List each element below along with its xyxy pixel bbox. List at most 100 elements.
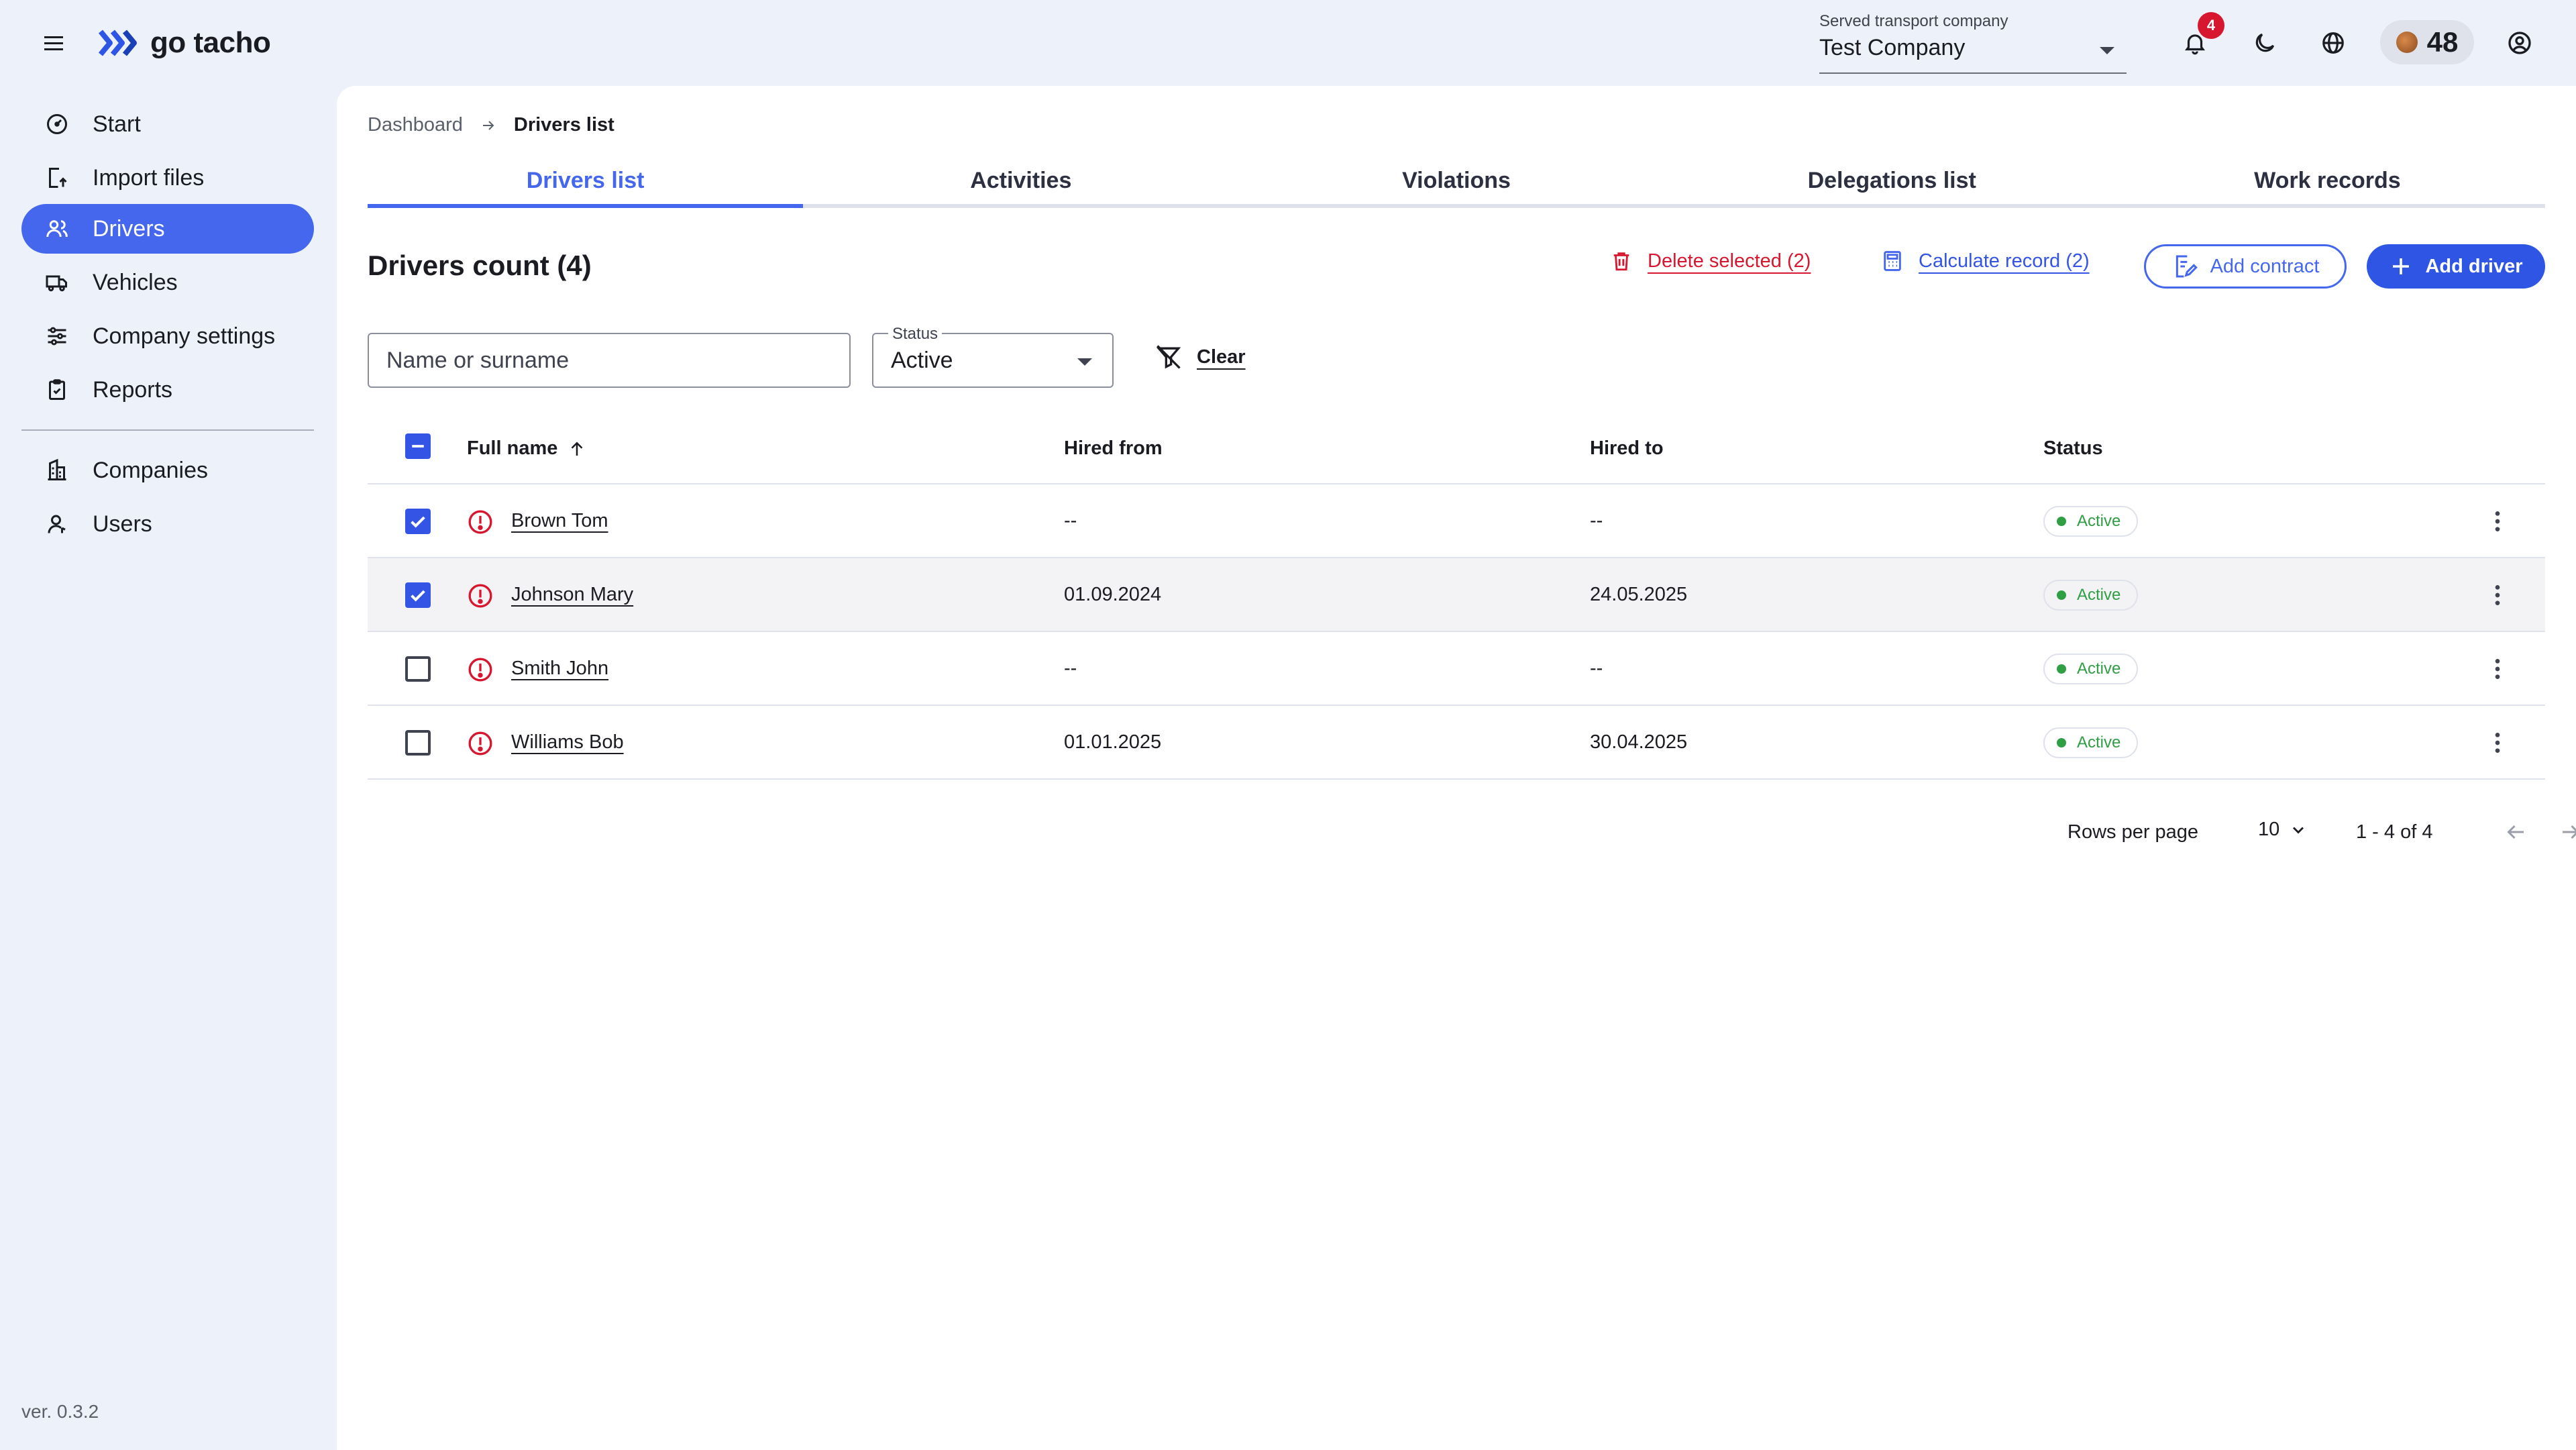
driver-name-link[interactable]: Brown Tom [511, 510, 608, 532]
row-checkbox[interactable] [405, 730, 431, 756]
warning-icon [468, 658, 492, 682]
column-header-full-name[interactable]: Full name [467, 437, 587, 460]
tab-delegations-list[interactable]: Delegations list [1674, 161, 2110, 204]
sidebar-item-start[interactable]: Start [21, 99, 314, 149]
sidebar-item-users[interactable]: Users [21, 499, 314, 549]
sidebar: Start Import files Drivers Vehicles Comp… [0, 86, 335, 1450]
top-bar: go tacho Served transport company Test C… [0, 0, 2576, 86]
check-icon [411, 590, 425, 602]
arrow-left-icon [2507, 825, 2524, 839]
status-dot [2057, 738, 2066, 747]
status-filter-value: Active [891, 348, 953, 373]
sidebar-item-import-files[interactable]: Import files [21, 153, 314, 203]
arrow-right-icon [482, 120, 494, 130]
sidebar-item-label: Company settings [93, 323, 276, 349]
tab-violations[interactable]: Violations [1238, 161, 1674, 204]
status-badge: Active [2043, 654, 2139, 684]
driver-name-link[interactable]: Smith John [511, 658, 608, 680]
delete-selected-label: Delete selected (2) [1648, 250, 1811, 272]
contract-edit-icon [2176, 255, 2198, 278]
logo[interactable]: go tacho [98, 24, 271, 62]
tab-activities[interactable]: Activities [803, 161, 1238, 204]
account-button[interactable] [2498, 21, 2541, 64]
sidebar-item-companies[interactable]: Companies [21, 446, 314, 495]
sidebar-item-label: Import files [93, 164, 205, 191]
sidebar-item-label: Reports [93, 376, 173, 403]
add-driver-label: Add driver [2425, 255, 2523, 277]
table-row[interactable]: Brown Tom -- -- Active [368, 484, 2545, 558]
sidebar-item-label: Drivers [93, 215, 165, 242]
clear-filters-button[interactable]: Clear [1154, 342, 1246, 372]
logo-text: go tacho [150, 26, 271, 59]
users-icon [44, 216, 70, 242]
column-header-status: Status [2043, 437, 2103, 459]
table-row[interactable]: Smith John -- -- Active [368, 632, 2545, 706]
next-page-button[interactable] [2555, 816, 2576, 848]
table-row[interactable]: Johnson Mary 01.09.2024 24.05.2025 Activ… [368, 558, 2545, 632]
rows-per-page-value: 10 [2258, 819, 2280, 840]
driver-name-link[interactable]: Johnson Mary [511, 584, 633, 606]
arrow-right-icon [2563, 825, 2576, 839]
name-search-input[interactable] [368, 333, 851, 388]
user-icon [44, 511, 70, 537]
sidebar-item-label: Users [93, 511, 152, 537]
row-menu-button[interactable] [2481, 505, 2514, 538]
row-menu-button[interactable] [2481, 652, 2514, 686]
pagination: Rows per page 10 1 - 4 of 4 [368, 805, 2576, 859]
add-contract-button[interactable]: Add contract [2144, 244, 2347, 289]
delete-selected-button[interactable]: Delete selected (2) [1610, 250, 1811, 272]
sidebar-item-label: Start [93, 111, 141, 137]
status-badge-label: Active [2077, 733, 2121, 752]
chevron-down-icon [2293, 827, 2304, 833]
sidebar-item-drivers[interactable]: Drivers [21, 204, 314, 254]
previous-page-button[interactable] [2500, 816, 2532, 848]
table-row[interactable]: Williams Bob 01.01.2025 30.04.2025 Activ… [368, 706, 2545, 780]
driver-name-link[interactable]: Williams Bob [511, 731, 624, 754]
dark-mode-button[interactable] [2243, 21, 2286, 64]
row-checkbox[interactable] [405, 656, 431, 682]
row-menu-button[interactable] [2481, 578, 2514, 612]
tab-drivers-list[interactable]: Drivers list [368, 161, 804, 208]
select-all-checkbox[interactable] [405, 433, 431, 459]
tab-bar: Drivers list Activities Violations Deleg… [368, 161, 2545, 208]
logo-chevrons-icon [98, 30, 137, 56]
status-filter-select[interactable]: Status Active [872, 325, 1114, 388]
menu-icon[interactable] [40, 30, 67, 56]
trash-icon [1613, 252, 1629, 271]
sidebar-item-vehicles[interactable]: Vehicles [21, 258, 314, 307]
plus-icon [2393, 258, 2410, 274]
breadcrumb-dashboard[interactable]: Dashboard [368, 114, 463, 136]
warning-icon [468, 584, 492, 608]
building-icon [44, 458, 70, 483]
points-value: 48 [2426, 26, 2459, 58]
sliders-icon [44, 323, 70, 349]
points-badge[interactable]: 48 [2380, 20, 2474, 64]
status-badge: Active [2043, 727, 2139, 758]
account-circle-icon [2508, 32, 2531, 54]
row-menu-button[interactable] [2481, 726, 2514, 760]
tab-work-records[interactable]: Work records [2110, 161, 2545, 204]
row-checkbox[interactable] [405, 509, 431, 534]
company-select[interactable]: Served transport company Test Company [1819, 12, 2127, 74]
more-vertical-icon [2495, 511, 2500, 531]
truck-icon [44, 270, 70, 295]
sidebar-item-company-settings[interactable]: Company settings [21, 311, 314, 361]
rows-per-page-select[interactable]: 10 [2258, 819, 2308, 841]
calculate-record-button[interactable]: Calculate record (2) [1881, 250, 2090, 272]
hired-from-cell: 01.09.2024 [1064, 584, 1162, 605]
calculate-record-label: Calculate record (2) [1919, 250, 2090, 272]
app-version: ver. 0.3.2 [21, 1401, 99, 1422]
add-driver-button[interactable]: Add driver [2367, 244, 2545, 289]
sidebar-divider [21, 429, 314, 431]
row-checkbox[interactable] [405, 582, 431, 608]
warning-icon [468, 510, 492, 534]
language-button[interactable] [2312, 21, 2355, 64]
sidebar-item-reports[interactable]: Reports [21, 365, 314, 415]
globe-icon [2322, 32, 2344, 54]
status-badge-label: Active [2077, 512, 2121, 530]
more-vertical-icon [2495, 733, 2500, 753]
column-header-hired-to: Hired to [1590, 437, 1664, 459]
sort-ascending-icon [571, 441, 583, 456]
page-title: Drivers count (4) [368, 250, 592, 281]
indeterminate-icon [412, 445, 424, 448]
